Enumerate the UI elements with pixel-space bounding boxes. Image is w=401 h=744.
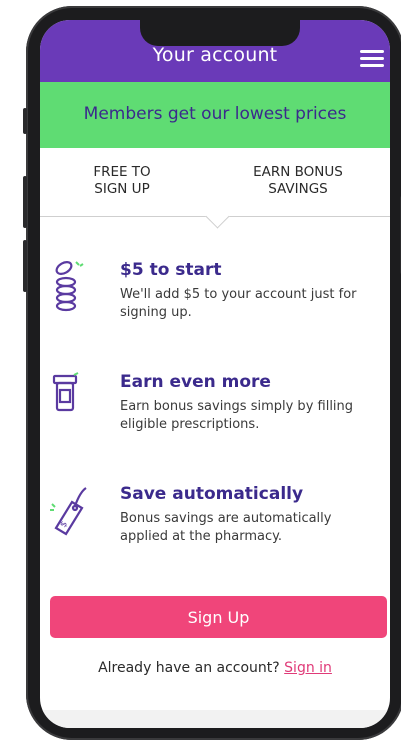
pill-bottle-icon bbox=[52, 372, 79, 412]
phone-notch bbox=[140, 20, 300, 46]
sign-in-link[interactable]: Sign in bbox=[284, 660, 332, 676]
banner-text: Members get our lowest prices bbox=[83, 104, 347, 124]
benefit-description: We'll add $5 to your account just for si… bbox=[120, 287, 357, 320]
sign-in-prompt: Already have an account? bbox=[98, 660, 280, 676]
sign-in-row: Already have an account? Sign in bbox=[40, 660, 390, 676]
phone-volume-up-button bbox=[23, 176, 27, 228]
app-screen: Your account Members get our lowest pric… bbox=[40, 20, 390, 728]
hamburger-menu-icon[interactable] bbox=[360, 50, 384, 68]
promo-banner: Members get our lowest prices bbox=[40, 82, 390, 148]
benefit-description: Earn bonus savings simply by filling eli… bbox=[120, 399, 354, 432]
phone-volume-down-button bbox=[23, 240, 27, 292]
benefit-description: Bonus savings are automatically applied … bbox=[120, 511, 332, 544]
price-tag-icon: $ bbox=[50, 487, 87, 536]
benefit-title: Earn even more bbox=[120, 372, 271, 392]
benefit-title: Save automatically bbox=[120, 484, 304, 504]
benefit-title: $5 to start bbox=[120, 260, 222, 280]
sign-up-button[interactable]: Sign Up bbox=[50, 596, 387, 638]
tab-earn-bonus-savings[interactable]: EARN BONUS SAVINGS bbox=[238, 164, 358, 198]
coin-stack-icon bbox=[55, 261, 84, 312]
bottom-strip bbox=[40, 710, 390, 728]
page-title: Your account bbox=[152, 44, 278, 66]
phone-side-button bbox=[23, 108, 27, 134]
tab-free-to-sign-up[interactable]: FREE TO SIGN UP bbox=[72, 164, 172, 198]
